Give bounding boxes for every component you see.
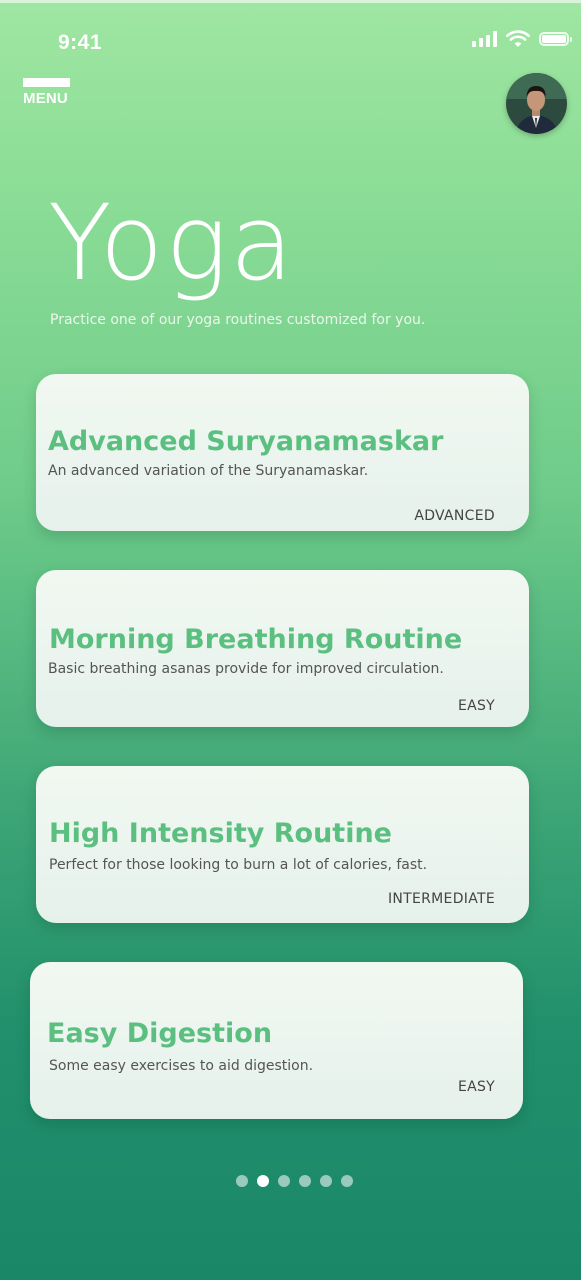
routine-card-high-intensity[interactable]: High Intensity Routine Perfect for those… <box>36 766 529 923</box>
routine-description: Some easy exercises to aid digestion. <box>49 1058 314 1074</box>
routine-description: An advanced variation of the Suryanamask… <box>48 463 369 479</box>
menu-label: MENU <box>23 90 68 107</box>
page-dot-2-active[interactable] <box>257 1175 269 1187</box>
routine-card-advanced-suryanamaskar[interactable]: Advanced Suryanamaskar An advanced varia… <box>36 374 529 531</box>
routine-level-badge: ADVANCED <box>414 508 495 524</box>
status-icons <box>472 30 572 48</box>
page-dot-3[interactable] <box>278 1175 290 1187</box>
menu-button[interactable]: MENU <box>23 78 71 106</box>
top-divider <box>0 0 581 3</box>
cellular-signal-icon <box>472 31 497 47</box>
routine-title: Morning Breathing Routine <box>49 624 463 655</box>
routine-card-morning-breathing[interactable]: Morning Breathing Routine Basic breathin… <box>36 570 529 727</box>
yoga-screen: 9:41 MENU Yoga Practice one of our yoga … <box>0 0 581 1280</box>
routine-description: Perfect for those looking to burn a lot … <box>49 857 428 873</box>
avatar[interactable] <box>506 73 567 134</box>
hamburger-menu-icon <box>23 78 70 87</box>
page-dot-5[interactable] <box>320 1175 332 1187</box>
page-dot-6[interactable] <box>341 1175 353 1187</box>
page-subtitle: Practice one of our yoga routines custom… <box>50 312 426 328</box>
page-title: Yoga <box>48 182 296 304</box>
routine-level-badge: EASY <box>457 1079 495 1095</box>
routine-title: Easy Digestion <box>47 1018 273 1049</box>
routine-level-badge: INTERMEDIATE <box>387 891 495 907</box>
routine-title: High Intensity Routine <box>49 818 392 849</box>
wifi-icon <box>506 30 530 47</box>
status-time: 9:41 <box>58 31 103 54</box>
routine-description: Basic breathing asanas provide for impro… <box>48 661 444 677</box>
page-dot-1[interactable] <box>236 1175 248 1187</box>
pagination-dots <box>236 1175 353 1187</box>
routine-level-badge: EASY <box>457 698 495 714</box>
page-dot-4[interactable] <box>299 1175 311 1187</box>
routine-card-easy-digestion[interactable]: Easy Digestion Some easy exercises to ai… <box>30 962 523 1119</box>
routine-title: Advanced Suryanamaskar <box>48 426 444 457</box>
battery-icon <box>539 32 572 46</box>
